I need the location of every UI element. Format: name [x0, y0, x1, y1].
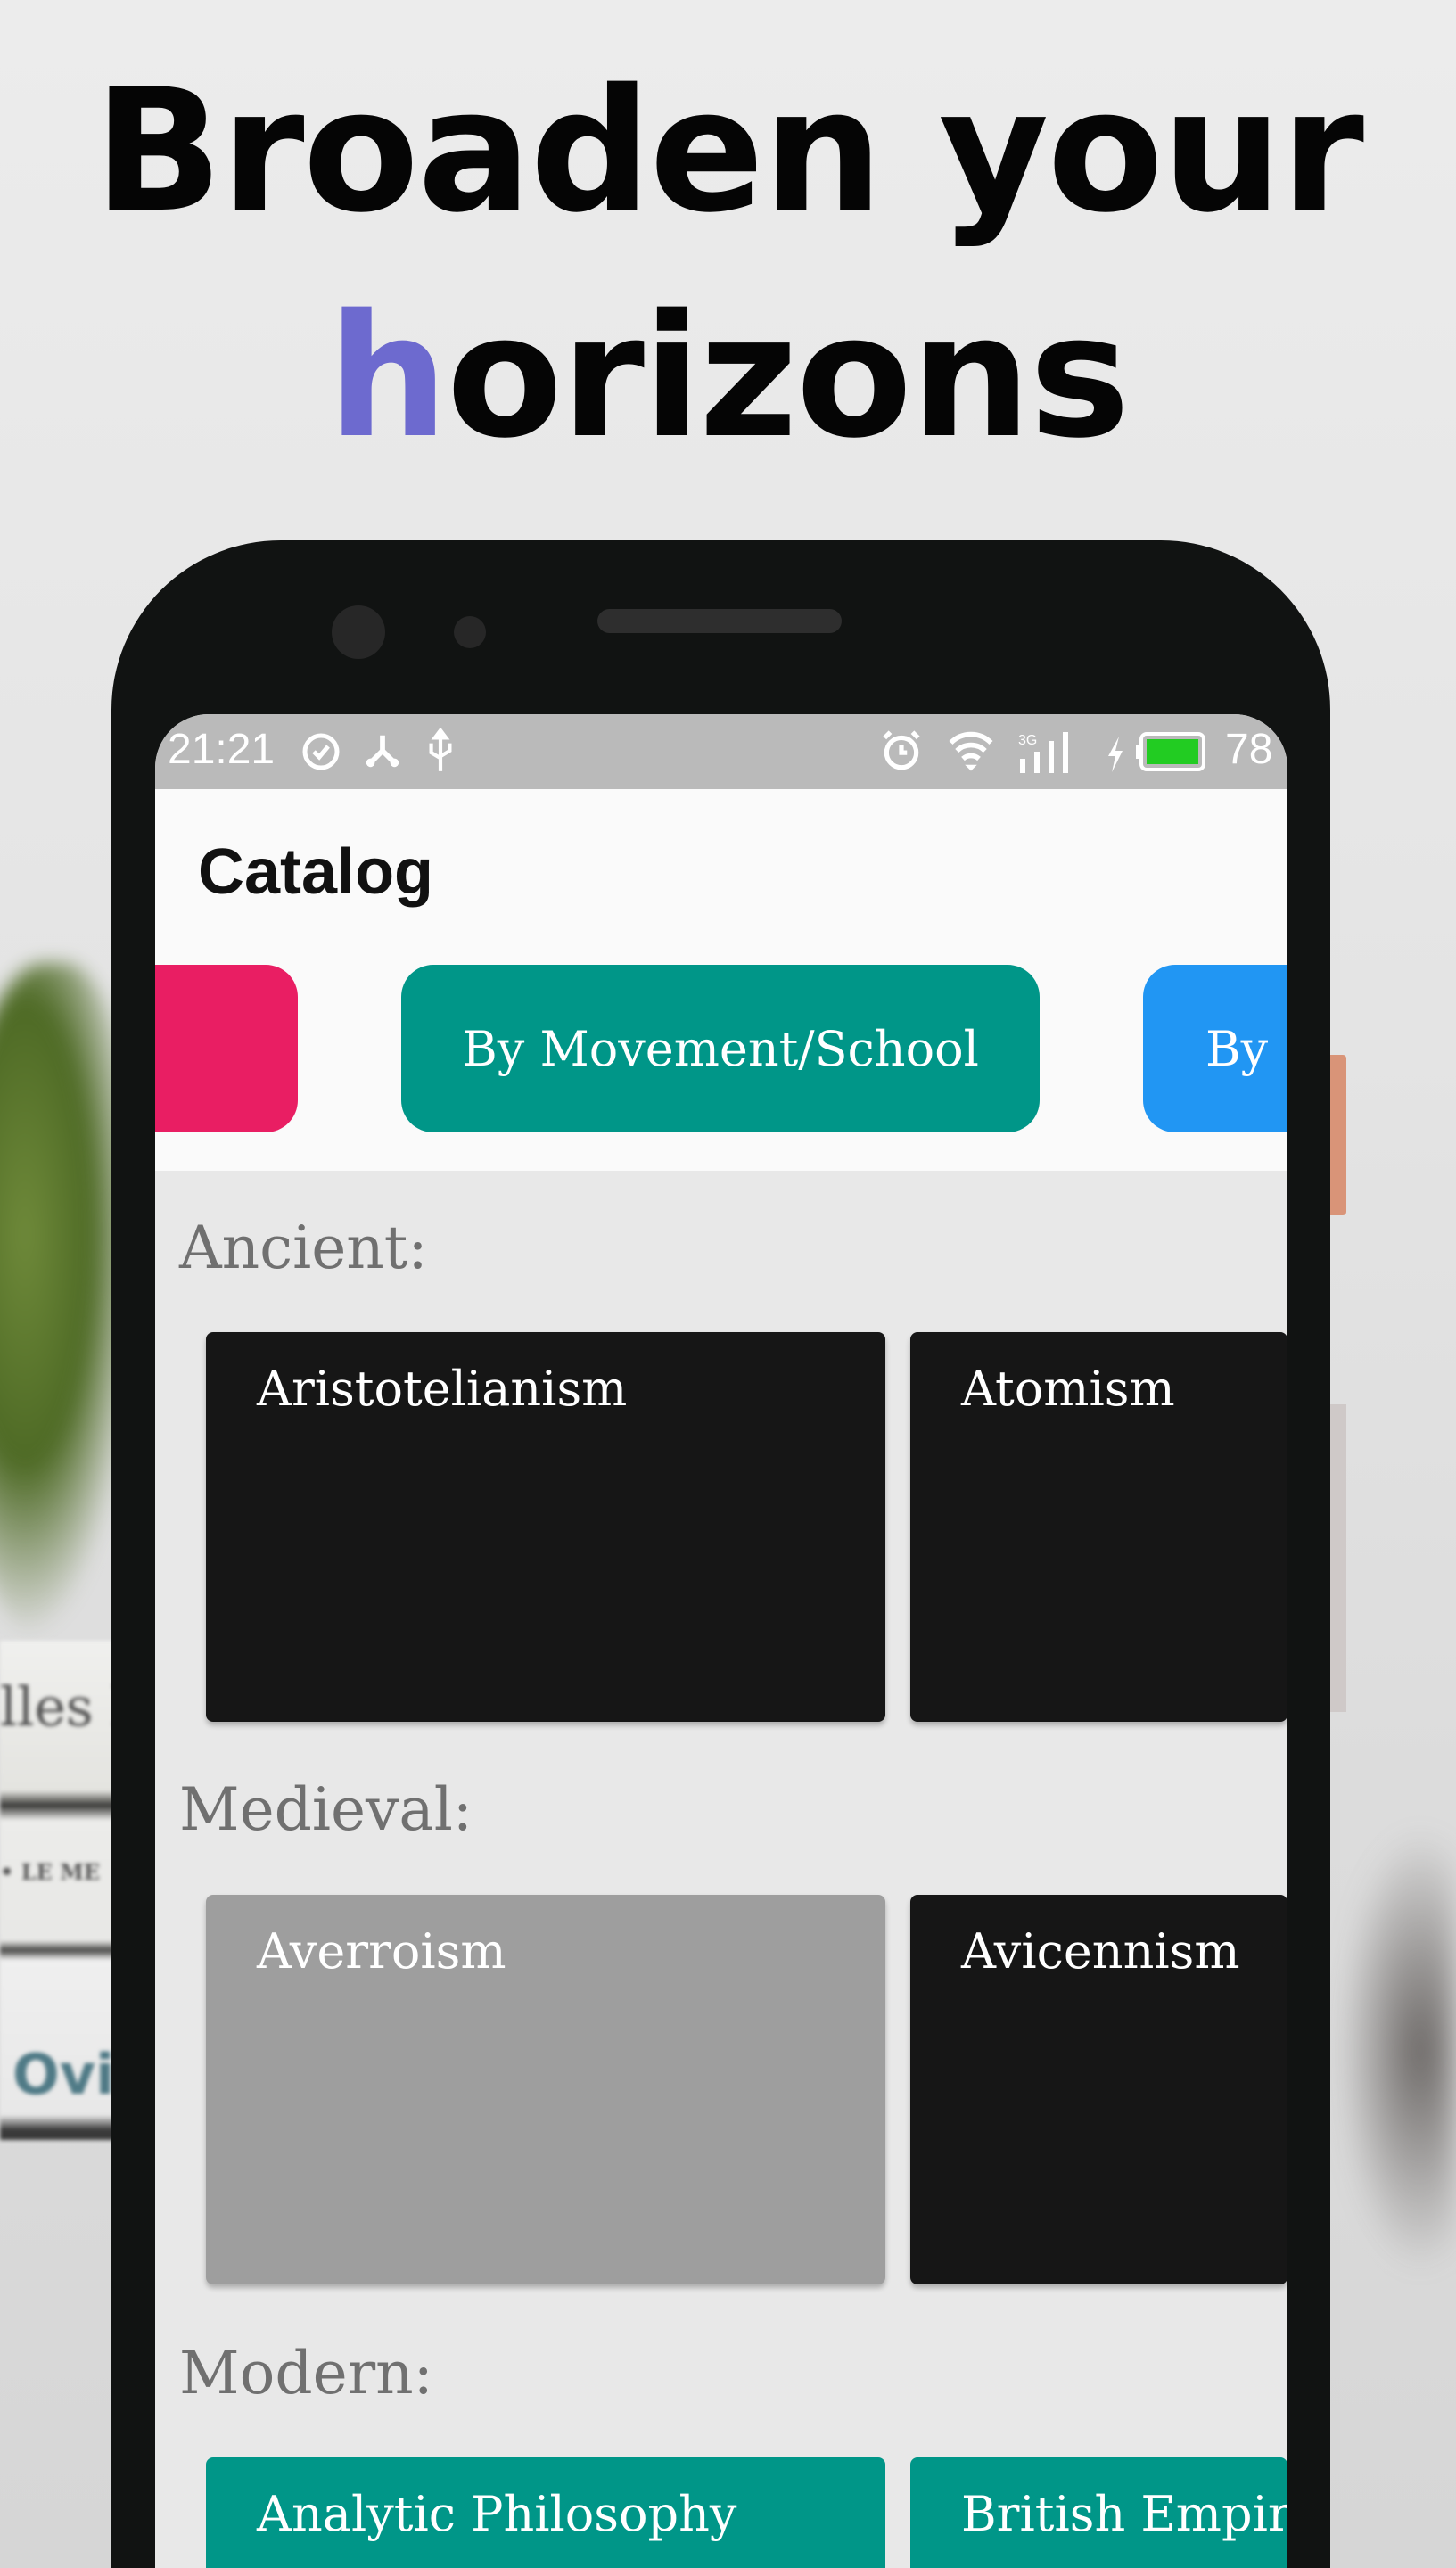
- section-label-medieval: Medieval:: [179, 1775, 473, 1844]
- background-object: [1330, 1404, 1346, 1712]
- charging-icon: [1106, 734, 1125, 783]
- headline-accent-letter: h: [327, 278, 448, 475]
- category-chip[interactable]: [155, 965, 298, 1132]
- speaker-grille: [597, 609, 842, 633]
- card-label: Atomism: [961, 1361, 1175, 1417]
- usb-icon: [424, 727, 457, 784]
- check-circle-icon: [300, 730, 342, 784]
- movement-card[interactable]: Aristotelianism: [206, 1332, 885, 1722]
- category-chip[interactable]: By: [1143, 965, 1287, 1132]
- card-label: Aristotelianism: [257, 1361, 628, 1417]
- section-label-ancient: Ancient:: [179, 1214, 428, 1282]
- headline-line-2: horizons: [0, 292, 1456, 462]
- card-label: Avicennism: [961, 1923, 1240, 1980]
- background-object: [1337, 1828, 1456, 2274]
- movement-card[interactable]: Averroism: [206, 1895, 885, 2284]
- signal-3g-icon: 3G: [1018, 730, 1075, 784]
- app-bar: Catalog By Movement/School By: [155, 789, 1287, 1171]
- sensor-icon: [454, 616, 486, 648]
- card-label: Analytic Philosophy: [257, 2486, 737, 2542]
- movement-card[interactable]: Atomism: [910, 1332, 1287, 1722]
- page-title: Catalog: [198, 836, 434, 908]
- status-bar: 21:21 3G 78: [155, 714, 1287, 789]
- battery-icon: [1136, 732, 1207, 782]
- svg-text:3G: 3G: [1018, 733, 1037, 748]
- section-label-modern: Modern:: [179, 2339, 433, 2408]
- headline-rest: orizons: [446, 278, 1131, 475]
- movement-card[interactable]: Avicennism: [910, 1895, 1287, 2284]
- front-camera-icon: [332, 605, 385, 659]
- wifi-icon: [947, 728, 995, 784]
- phone-screen: 21:21 3G 78 Catalog By Movement/School B…: [155, 714, 1287, 2568]
- alarm-icon: [879, 728, 924, 784]
- battery-percent: 78: [1225, 726, 1273, 773]
- share-icon: [362, 730, 403, 782]
- movement-card[interactable]: Analytic Philosophy: [206, 2457, 885, 2568]
- card-label: British Empir: [961, 2486, 1287, 2542]
- category-chip-by-movement-school[interactable]: By Movement/School: [401, 965, 1040, 1132]
- headline-line-1: Broaden your: [94, 53, 1364, 250]
- background-text: • LE ME: [0, 1859, 101, 1885]
- movement-card[interactable]: British Empir: [910, 2457, 1287, 2568]
- status-time: 21:21: [168, 726, 276, 773]
- card-label: Averroism: [257, 1923, 506, 1980]
